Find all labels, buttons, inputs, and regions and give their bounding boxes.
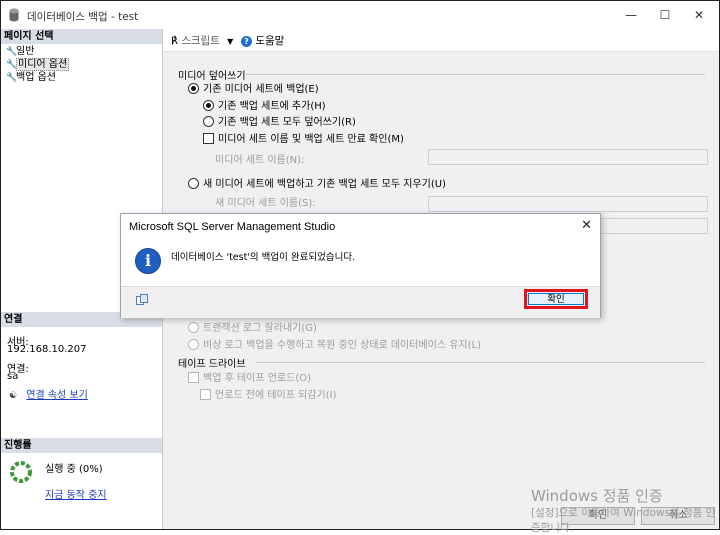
rewind-tape-checkbox[interactable]: 언로드 전에 테이프 되감기(I)	[200, 386, 337, 401]
server-value: 192.168.10.207	[7, 344, 87, 355]
new-media-set-name-label: 새 미디어 세트 이름(S):	[215, 198, 316, 209]
tape-drive-group-label: 테이프 드라이브	[178, 359, 246, 370]
backup-existing-media-radio[interactable]: 기존 미디어 세트에 백업(E)	[188, 80, 319, 95]
dialog-ok-button[interactable]: 확인	[524, 289, 588, 309]
append-backup-set-radio[interactable]: 기존 백업 세트에 추가(H)	[203, 97, 326, 112]
copy-icon[interactable]	[136, 294, 148, 306]
stop-action-link[interactable]: 지금 동작 중지	[45, 486, 107, 501]
help-icon: ?	[241, 36, 252, 47]
media-set-name-label: 미디어 세트 이름(N):	[215, 155, 305, 166]
overwrite-all-radio[interactable]: 기존 백업 세트 모두 덮어쓰기(R)	[203, 113, 356, 128]
progress-header: 진행률	[1, 438, 162, 453]
maximize-icon[interactable]: ☐	[651, 5, 679, 25]
tail-log-radio[interactable]: 비상 로그 백업을 수행하고 복원 중인 상태로 데이터베이스 유지(L)	[188, 336, 481, 351]
media-set-name-input[interactable]	[428, 149, 708, 165]
nav-item-general[interactable]: 🔧일반	[6, 45, 34, 58]
select-page-header: 페이지 선택	[1, 29, 162, 44]
progress-spinner-icon	[10, 461, 32, 483]
info-icon: i	[135, 248, 161, 274]
chevron-down-icon[interactable]: ▼	[227, 37, 233, 46]
new-media-set-name-input[interactable]	[428, 196, 708, 212]
connection-value: sa	[7, 371, 19, 382]
check-media-name-checkbox[interactable]: 미디어 세트 이름 및 백업 세트 만료 확인(M)	[203, 130, 404, 145]
unload-tape-checkbox[interactable]: 백업 후 테이프 언로드(O)	[188, 369, 311, 384]
completion-dialog: Microsoft SQL Server Management Studio ✕…	[120, 213, 601, 318]
close-icon[interactable]: ✕	[685, 5, 713, 25]
title-bar: 데이터베이스 백업 - test — ☐ ✕	[1, 1, 719, 29]
connection-props-row[interactable]: ☯ 연결 속성 보기	[9, 386, 88, 401]
minimize-icon[interactable]: —	[617, 5, 645, 25]
connection-icon: ☯	[9, 391, 18, 401]
toolbar: ℟ 스크립트 ▼ ? 도움말	[163, 29, 719, 52]
dialog-body: i 데이터베이스 'test'의 백업이 완료되었습니다.	[121, 240, 600, 285]
windows-activation-watermark-hint: [설정]으로 이동하여 Windows를 정품 인증합니다.	[531, 507, 716, 534]
windows-activation-watermark: Windows 정품 인증	[531, 487, 663, 505]
script-icon: ℟	[171, 36, 178, 47]
view-connection-properties-link[interactable]: 연결 속성 보기	[26, 390, 88, 401]
wrench-icon: 🔧	[6, 73, 18, 83]
new-media-set-radio[interactable]: 새 미디어 세트에 백업하고 기존 백업 세트 모두 지우기(U)	[188, 175, 446, 190]
group-divider	[245, 74, 705, 75]
dialog-message: 데이터베이스 'test'의 백업이 완료되었습니다.	[171, 252, 356, 263]
dialog-title: Microsoft SQL Server Management Studio	[129, 221, 336, 233]
dialog-close-icon[interactable]: ✕	[581, 218, 592, 233]
window-title: 데이터베이스 백업 - test	[27, 11, 139, 23]
database-icon	[9, 8, 19, 22]
progress-status: 실행 중 (0%)	[45, 464, 103, 475]
truncate-log-radio[interactable]: 트랜잭션 로그 잘라내기(G)	[188, 319, 317, 334]
nav-item-media-options[interactable]: 🔧미디어 옵션	[6, 58, 70, 71]
dialog-footer: 확인	[121, 286, 600, 318]
group-divider	[256, 362, 705, 363]
help-button[interactable]: ? 도움말	[241, 33, 284, 48]
nav-item-backup-options[interactable]: 🔧백업 옵션	[6, 71, 56, 84]
script-button[interactable]: ℟ 스크립트 ▼	[171, 33, 233, 48]
